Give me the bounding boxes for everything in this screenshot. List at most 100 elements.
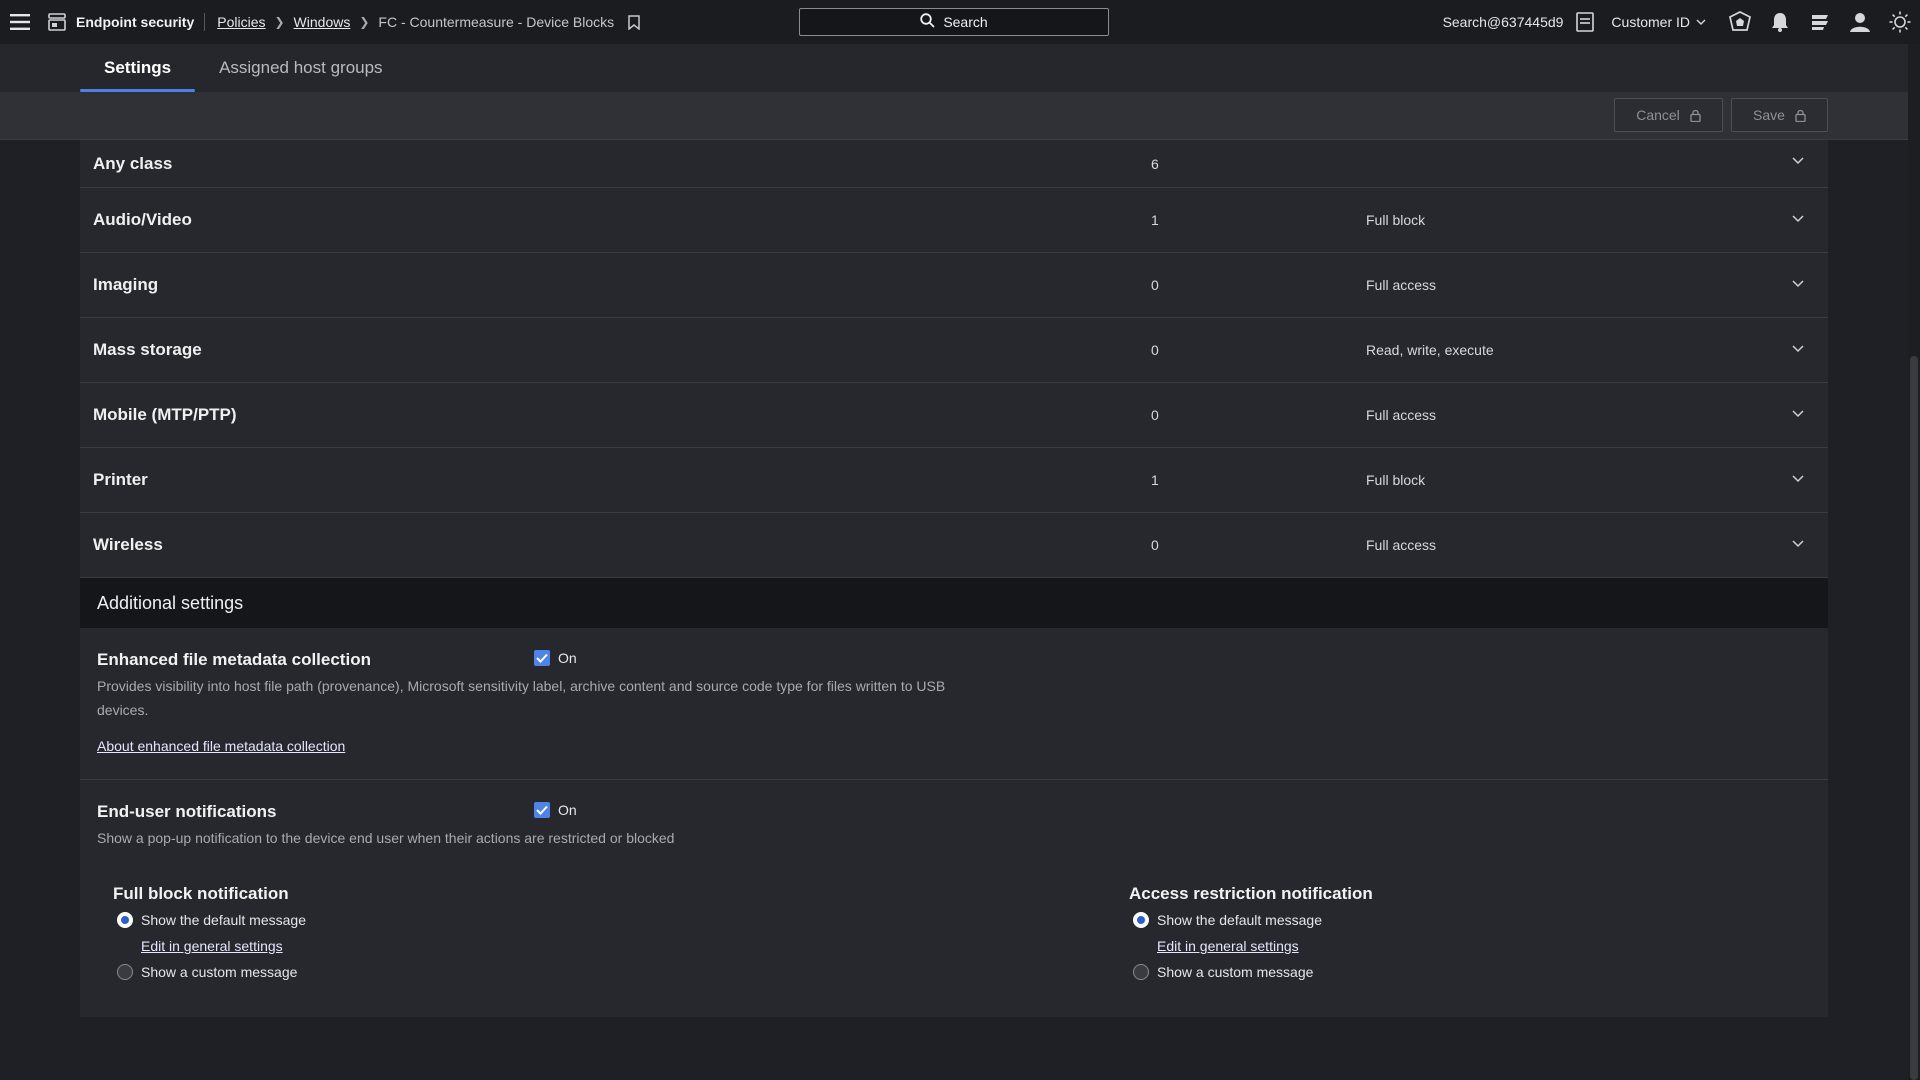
device-class-count: 1 [1151, 472, 1159, 488]
chevron-down-icon[interactable] [1792, 152, 1804, 168]
full-block-notification: Full block notification Show the default… [113, 884, 306, 982]
device-class-name: Printer [93, 470, 148, 489]
device-class-access: Read, write, execute [1366, 342, 1494, 358]
user-icon[interactable] [1840, 0, 1880, 44]
customer-id-dropdown[interactable]: Customer ID [1611, 14, 1706, 30]
radio-unselected-icon[interactable] [117, 964, 133, 980]
device-class-access: Full block [1366, 212, 1426, 228]
search-label: Search [943, 14, 988, 30]
theme-sun-icon[interactable] [1880, 0, 1920, 44]
cancel-button[interactable]: Cancel [1614, 98, 1723, 132]
chevron-right-icon: ❯ [359, 15, 370, 29]
access-restriction-notification-title: Access restriction notification [1129, 884, 1373, 903]
notifications-state-label: On [558, 802, 577, 818]
tab-assigned-host-groups[interactable]: Assigned host groups [195, 44, 407, 92]
radio-unselected-icon[interactable] [1133, 964, 1149, 980]
page-scrollbar[interactable] [1908, 44, 1920, 1080]
device-class-name: Mobile (MTP/PTP) [93, 405, 237, 424]
metadata-collection-setting: Enhanced file metadata collection On Pro… [80, 628, 1828, 780]
action-bar: Cancel Save [0, 92, 1908, 140]
statement-icon[interactable] [1573, 0, 1597, 44]
full-block-edit-link[interactable]: Edit in general settings [141, 938, 306, 954]
device-class-row[interactable]: Mass storage 0 Read, write, execute [80, 318, 1828, 383]
device-class-count: 0 [1151, 277, 1159, 293]
device-class-access: Full block [1366, 472, 1426, 488]
device-class-name: Any class [93, 153, 173, 173]
radio-selected-icon[interactable] [117, 912, 133, 928]
chevron-down-icon[interactable] [1792, 275, 1804, 291]
full-block-custom-label: Show a custom message [141, 964, 298, 980]
access-restriction-default-option[interactable]: Show the default message [1133, 910, 1373, 930]
device-class-count: 1 [1151, 212, 1159, 228]
checkbox-checked-icon[interactable] [534, 802, 550, 818]
chevron-down-icon[interactable] [1792, 340, 1804, 356]
global-search-button[interactable]: Search [799, 8, 1109, 36]
chevron-down-icon[interactable] [1792, 405, 1804, 421]
device-class-row[interactable]: Wireless 0 Full access [80, 513, 1828, 578]
device-class-count: 0 [1151, 342, 1159, 358]
notifications-toggle[interactable]: On [534, 802, 577, 818]
device-class-row[interactable]: Printer 1 Full block [80, 448, 1828, 513]
bell-icon[interactable] [1760, 0, 1800, 44]
updates-icon[interactable] [1800, 0, 1840, 44]
policy-tabs: Settings Assigned host groups [0, 44, 1908, 92]
chevron-down-icon[interactable] [1792, 535, 1804, 551]
device-class-row[interactable]: Audio/Video 1 Full block [80, 188, 1828, 253]
additional-settings-header: Additional settings [80, 578, 1828, 628]
search-icon [920, 13, 935, 31]
menu-icon[interactable] [0, 0, 40, 44]
top-navigation-bar: Endpoint security Policies ❯ Windows ❯ F… [0, 0, 1920, 44]
about-metadata-link[interactable]: About enhanced file metadata collection [97, 738, 345, 754]
metadata-toggle[interactable]: On [534, 650, 577, 666]
full-block-custom-option[interactable]: Show a custom message [117, 962, 306, 982]
device-class-name: Imaging [93, 275, 159, 294]
device-class-access: Full access [1366, 537, 1437, 553]
device-class-row[interactable]: Mobile (MTP/PTP) 0 Full access [80, 383, 1828, 448]
chevron-right-icon: ❯ [274, 15, 285, 29]
device-class-row[interactable]: Any class 6 [80, 140, 1828, 188]
cancel-button-label: Cancel [1636, 107, 1680, 123]
breadcrumb-windows[interactable]: Windows [294, 14, 351, 30]
device-class-count: 6 [1151, 155, 1159, 172]
full-block-notification-title: Full block notification [113, 884, 289, 903]
top-right-controls: Search@637445d9 Customer ID [1443, 0, 1920, 44]
user-id: Search@637445d9 [1442, 14, 1564, 30]
access-restriction-notification: Access restriction notification Show the… [1129, 884, 1373, 982]
device-class-name: Mass storage [93, 340, 202, 359]
notifications-setting-title: End-user notifications [97, 802, 277, 821]
access-restriction-custom-option[interactable]: Show a custom message [1133, 962, 1373, 982]
device-class-access: Full access [1366, 407, 1437, 423]
device-class-row[interactable]: Imaging 0 Full access [80, 253, 1828, 318]
metadata-setting-title: Enhanced file metadata collection [97, 650, 371, 669]
device-class-access: Full access [1366, 277, 1437, 293]
notifications-setting-description: Show a pop-up notification to the device… [97, 830, 675, 846]
access-restriction-edit-link[interactable]: Edit in general settings [1157, 938, 1373, 954]
app-name[interactable]: Endpoint security [76, 13, 206, 31]
additional-settings-panel: Enhanced file metadata collection On Pro… [80, 628, 1828, 1017]
device-class-count: 0 [1151, 537, 1159, 553]
customer-id-label: Customer ID [1611, 14, 1690, 30]
device-class-table: Any class 6 Audio/Video 1 Full block Ima… [80, 140, 1828, 578]
access-restriction-default-label: Show the default message [1157, 912, 1322, 928]
bookmark-icon[interactable] [628, 14, 640, 30]
scrollbar-thumb[interactable] [1910, 356, 1918, 1080]
metadata-setting-description: Provides visibility into host file path … [97, 678, 946, 718]
breadcrumb: Policies ❯ Windows ❯ FC - Countermeasure… [217, 14, 640, 30]
full-block-default-option[interactable]: Show the default message [117, 910, 306, 930]
chevron-down-icon[interactable] [1792, 470, 1804, 486]
policy-settings-content: Any class 6 Audio/Video 1 Full block Ima… [80, 140, 1828, 1017]
device-class-count: 0 [1151, 407, 1159, 423]
device-class-name: Audio/Video [93, 210, 192, 229]
full-block-default-label: Show the default message [141, 912, 306, 928]
save-button[interactable]: Save [1731, 98, 1828, 132]
access-restriction-custom-label: Show a custom message [1157, 964, 1314, 980]
checkbox-checked-icon[interactable] [534, 650, 550, 666]
tab-settings[interactable]: Settings [80, 44, 196, 92]
radio-selected-icon[interactable] [1133, 912, 1149, 928]
endpoint-app-icon [44, 9, 70, 35]
breadcrumb-policies[interactable]: Policies [217, 14, 265, 30]
end-user-notifications-setting: End-user notifications On Show a pop-up … [80, 780, 1828, 1017]
badge-icon[interactable] [1720, 0, 1760, 44]
chevron-down-icon[interactable] [1792, 210, 1804, 226]
lock-icon [1690, 109, 1701, 122]
